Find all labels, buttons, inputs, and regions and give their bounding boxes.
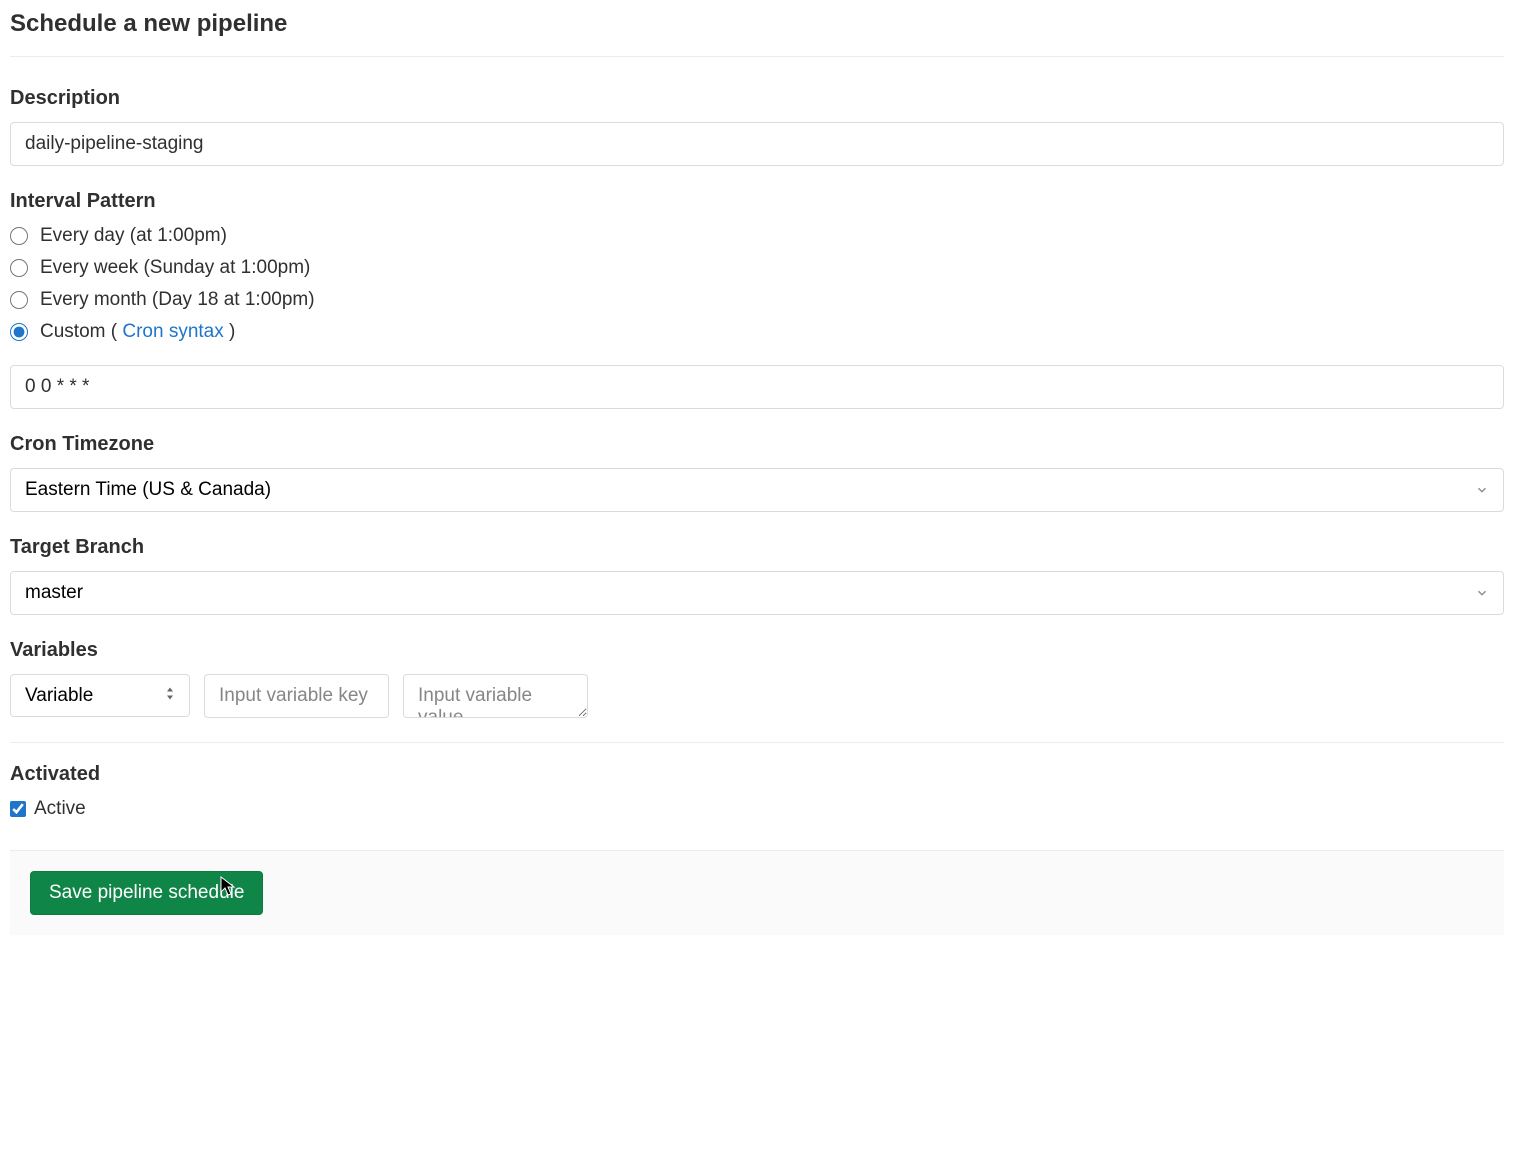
divider bbox=[10, 742, 1504, 743]
button-area: Save pipeline schedule bbox=[10, 850, 1504, 935]
chevron-down-icon bbox=[1475, 586, 1489, 600]
interval-option-week[interactable]: Every week (Sunday at 1:00pm) bbox=[40, 257, 310, 279]
page-title: Schedule a new pipeline bbox=[10, 10, 1504, 57]
active-checkbox[interactable] bbox=[10, 801, 26, 817]
active-checkbox-row: Active bbox=[10, 798, 1504, 820]
cron-syntax-link[interactable]: Cron syntax bbox=[122, 321, 223, 342]
interval-row-custom: Custom ( Cron syntax ) bbox=[10, 321, 1504, 343]
branch-value: master bbox=[25, 582, 83, 604]
interval-option-month[interactable]: Every month (Day 18 at 1:00pm) bbox=[40, 289, 315, 311]
variable-key-input[interactable] bbox=[204, 674, 389, 718]
timezone-group: Cron Timezone Eastern Time (US & Canada) bbox=[10, 433, 1504, 512]
variable-value-input[interactable] bbox=[403, 674, 588, 718]
variables-group: Variables Variable bbox=[10, 639, 1504, 718]
interval-option-day[interactable]: Every day (at 1:00pm) bbox=[40, 225, 227, 247]
branch-label: Target Branch bbox=[10, 536, 1504, 559]
custom-prefix: Custom ( bbox=[40, 321, 122, 342]
cron-input[interactable] bbox=[10, 365, 1504, 409]
branch-select[interactable]: master bbox=[10, 571, 1504, 615]
interval-row-day: Every day (at 1:00pm) bbox=[10, 225, 1504, 247]
timezone-select[interactable]: Eastern Time (US & Canada) bbox=[10, 468, 1504, 512]
variable-type-select[interactable]: Variable bbox=[10, 674, 190, 717]
variables-row: Variable bbox=[10, 674, 1504, 718]
interval-option-custom[interactable]: Custom ( Cron syntax ) bbox=[40, 321, 235, 343]
chevron-down-icon bbox=[1475, 483, 1489, 497]
interval-row-month: Every month (Day 18 at 1:00pm) bbox=[10, 289, 1504, 311]
interval-group: Interval Pattern Every day (at 1:00pm) E… bbox=[10, 190, 1504, 409]
branch-group: Target Branch master bbox=[10, 536, 1504, 615]
interval-radio-day[interactable] bbox=[10, 227, 28, 245]
interval-radio-custom[interactable] bbox=[10, 323, 28, 341]
description-label: Description bbox=[10, 87, 1504, 110]
save-button[interactable]: Save pipeline schedule bbox=[30, 871, 263, 915]
active-checkbox-label[interactable]: Active bbox=[34, 798, 86, 820]
timezone-label: Cron Timezone bbox=[10, 433, 1504, 456]
custom-suffix: ) bbox=[224, 321, 236, 342]
activated-group: Activated Active bbox=[10, 763, 1504, 820]
interval-radio-month[interactable] bbox=[10, 291, 28, 309]
activated-label: Activated bbox=[10, 763, 1504, 786]
timezone-value: Eastern Time (US & Canada) bbox=[25, 479, 271, 501]
interval-radio-week[interactable] bbox=[10, 259, 28, 277]
variables-label: Variables bbox=[10, 639, 1504, 662]
description-input[interactable] bbox=[10, 122, 1504, 166]
interval-label: Interval Pattern bbox=[10, 190, 1504, 213]
interval-row-week: Every week (Sunday at 1:00pm) bbox=[10, 257, 1504, 279]
description-group: Description bbox=[10, 87, 1504, 166]
